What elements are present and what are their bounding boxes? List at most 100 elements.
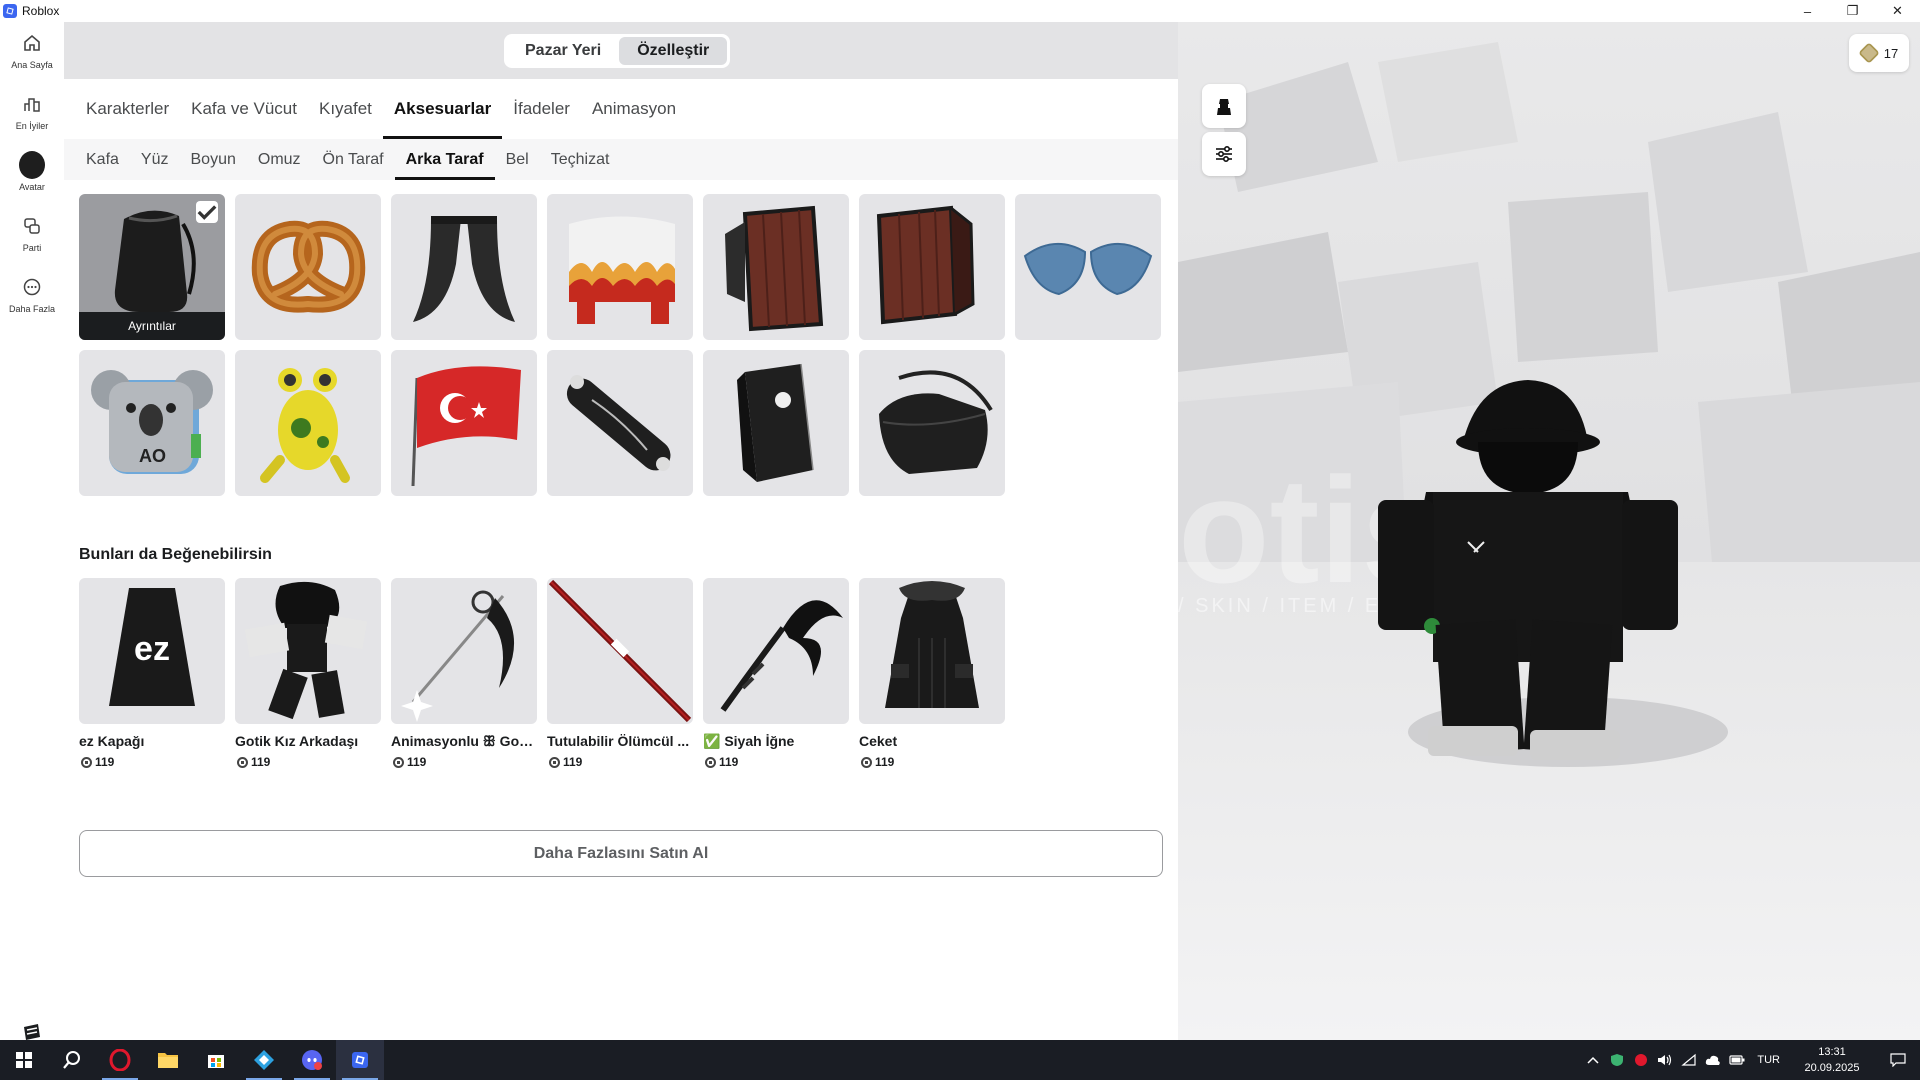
avatar-icon (19, 151, 45, 179)
ez-thumb-text: ez (134, 630, 170, 668)
subtab-head[interactable]: Kafa (75, 139, 130, 180)
svg-text:AO: AO (139, 446, 166, 466)
view-settings-button[interactable] (1202, 132, 1246, 176)
settings-app-icon[interactable] (240, 1040, 288, 1080)
battery-icon[interactable] (1725, 1040, 1749, 1080)
inventory-item-pretzel[interactable] (235, 194, 381, 340)
tab-head-body[interactable]: Kafa ve Vücut (180, 79, 308, 139)
black-duffel-bag-icon (879, 370, 993, 474)
opera-icon[interactable] (96, 1040, 144, 1080)
charts-icon (19, 91, 45, 117)
rec-item-goth-girlfriend[interactable] (235, 578, 381, 724)
mode-switch: Pazar Yeri Özelleştir (504, 34, 731, 68)
inventory-item-yellow-frog[interactable] (235, 350, 381, 496)
sidebar-item-label: Ana Sayfa (11, 60, 53, 70)
notification-icon[interactable] (1876, 1040, 1920, 1080)
search-icon[interactable] (48, 1040, 96, 1080)
tab-emotes[interactable]: İfadeler (502, 79, 581, 139)
sidebar-item-label: Daha Fazla (8, 304, 56, 314)
subtab-shoulder[interactable]: Omuz (247, 139, 312, 180)
inventory-item-wooden-crate[interactable] (859, 194, 1005, 340)
sidebar-item-avatar[interactable]: Avatar (0, 151, 64, 208)
subtab-gear[interactable]: Teçhizat (540, 139, 621, 180)
inventory-item-skateboard[interactable] (547, 350, 693, 496)
chevron-up-icon[interactable] (1581, 1040, 1605, 1080)
marketplace-tab[interactable]: Pazar Yeri (507, 37, 619, 65)
rec-item-black-scythe[interactable] (703, 578, 849, 724)
wooden-crate-icon (876, 205, 975, 325)
title-bar: Roblox – ❐ ✕ (0, 0, 1920, 22)
volume-icon[interactable] (1653, 1040, 1677, 1080)
subtab-neck[interactable]: Boyun (180, 139, 247, 180)
subtab-front[interactable]: Ön Taraf (312, 139, 395, 180)
inventory-item-turkey-flag[interactable] (391, 350, 537, 496)
sliders-icon (1216, 145, 1232, 163)
clock-time: 13:31 (1818, 1046, 1846, 1058)
subtab-face[interactable]: Yüz (130, 139, 180, 180)
details-button[interactable]: Ayrıntılar (79, 312, 225, 340)
robux-balance: 17 (1883, 45, 1899, 61)
black-coat-icon (885, 581, 979, 708)
clock-date: 20.09.2025 (1804, 1062, 1860, 1074)
rec-item-price: 119 (393, 755, 426, 769)
windows-taskbar: TUR 13:31 20.09.2025 (0, 1040, 1920, 1080)
windows-start-icon[interactable] (0, 1040, 48, 1080)
rec-item-ez-cap[interactable]: ez (79, 578, 225, 724)
customize-tab[interactable]: Özelleştir (619, 37, 728, 65)
discord-icon[interactable] (288, 1040, 336, 1080)
inventory-item-koala-backpack[interactable]: AO (79, 350, 225, 496)
inventory-item-black-cape[interactable] (391, 194, 537, 340)
inventory-item-wooden-crate-open[interactable] (703, 194, 849, 340)
file-explorer-icon[interactable] (144, 1040, 192, 1080)
subtab-waist[interactable]: Bel (495, 139, 540, 180)
tab-animations[interactable]: Animasyon (581, 79, 687, 139)
sidebar-item-label: En İyiler (15, 121, 49, 131)
robux-icon (705, 756, 716, 768)
buy-more-button[interactable]: Daha Fazlasını Satın Al (79, 830, 1163, 877)
sidebar-item-charts[interactable]: En İyiler (0, 91, 64, 147)
inventory-item-flame-scarf[interactable] (547, 194, 693, 340)
store-icon[interactable] (192, 1040, 240, 1080)
rec-item-price: 119 (705, 755, 738, 769)
subtab-back[interactable]: Arka Taraf (394, 139, 495, 180)
inventory-item-blue-wings[interactable] (1015, 194, 1161, 340)
restore-button[interactable]: ❐ (1830, 0, 1875, 22)
rec-item-red-staff[interactable] (547, 578, 693, 724)
language-indicator[interactable]: TUR (1749, 1054, 1788, 1066)
inventory-item-black-backpack[interactable] (703, 350, 849, 496)
inventory-item-black-sack-backpack[interactable]: Ayrıntılar (79, 194, 225, 340)
sidebar-item-home[interactable]: Ana Sayfa (0, 30, 64, 86)
antivirus-icon[interactable] (1629, 1040, 1653, 1080)
ez-cap-icon: ez (109, 588, 195, 706)
close-button[interactable]: ✕ (1875, 0, 1920, 22)
home-icon (19, 30, 45, 56)
tab-characters[interactable]: Karakterler (75, 79, 180, 139)
turkey-flag-icon (411, 366, 521, 487)
roblox-taskbar-icon[interactable] (336, 1040, 384, 1080)
blue-wings-icon (1023, 242, 1153, 296)
inventory-item-black-duffel-bag[interactable] (859, 350, 1005, 496)
roblox-logo-icon[interactable] (22, 1022, 42, 1042)
wooden-crate-open-icon (725, 205, 824, 332)
robux-balance-button[interactable]: 17 (1849, 34, 1909, 72)
minimize-button[interactable]: – (1785, 0, 1830, 22)
sidebar-item-party[interactable]: Parti (0, 213, 64, 269)
black-cape-icon (413, 216, 515, 322)
wifi-icon[interactable] (1677, 1040, 1701, 1080)
sidebar-item-label: Parti (22, 243, 42, 253)
red-staff-icon (548, 579, 692, 723)
robux-coin-icon (1857, 42, 1880, 64)
cloud-icon[interactable] (1701, 1040, 1725, 1080)
avatar-view-button[interactable] (1202, 84, 1246, 128)
avatar-3d-viewport[interactable]: otis / SKIN / ITEM / E-PIN.com (1178, 22, 1920, 1040)
robux-icon (237, 756, 248, 768)
tab-accessories[interactable]: Aksesuarlar (382, 79, 503, 139)
clock[interactable]: 13:31 20.09.2025 (1788, 1044, 1876, 1076)
tab-clothing[interactable]: Kıyafet (308, 79, 383, 139)
sidebar-item-more[interactable]: Daha Fazla (0, 274, 64, 330)
rec-item-animated-scythe[interactable] (391, 578, 537, 724)
security-shield-icon[interactable] (1605, 1040, 1629, 1080)
rec-item-black-coat[interactable] (859, 578, 1005, 724)
rec-item-name: Tutulabilir Ölümcül ... (547, 733, 690, 749)
rec-item-name: ez Kapağı (79, 733, 145, 749)
